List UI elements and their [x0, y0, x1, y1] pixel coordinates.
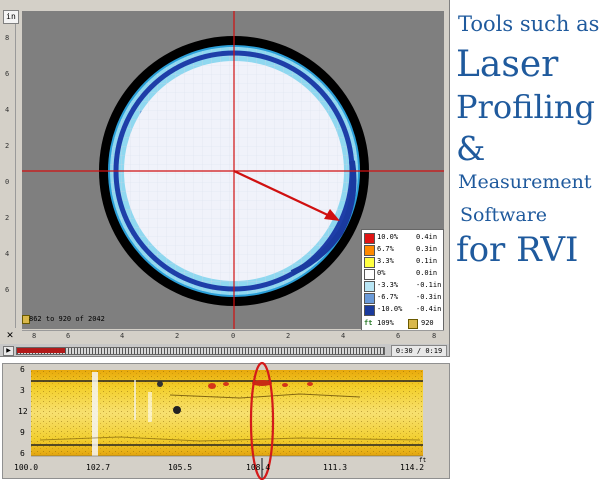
strip-x-tick: 105.5 — [168, 463, 193, 472]
strip-y-tick: 12 — [18, 407, 28, 416]
strip-x-tick: 114.2 — [400, 463, 425, 472]
strip-x-tick: 111.3 — [323, 463, 348, 472]
caption-line: Tools such as — [458, 12, 600, 36]
strip-y-tick: 6 — [20, 365, 25, 374]
caption-line: for RVI — [456, 230, 579, 270]
strip-x-tick: 102.7 — [86, 463, 111, 472]
defect-pit — [173, 406, 181, 414]
strip-y-tick: 9 — [20, 428, 25, 437]
strip-y-tick: 3 — [20, 386, 25, 395]
caption-line: Software — [460, 204, 548, 226]
strip-x-tick: 100.0 — [14, 463, 39, 472]
caption-line: Profiling — [456, 88, 595, 126]
unrolled-pipe-strip — [31, 361, 423, 480]
strip-x-unit: ft — [419, 457, 427, 464]
strip-x-tick: 108.4 — [246, 463, 271, 472]
caption-line: & — [456, 129, 486, 168]
joint-marker — [92, 372, 98, 456]
caption-line: Laser — [456, 44, 559, 85]
caption-line: Measurement — [458, 171, 592, 193]
corrosion-spot — [208, 383, 216, 389]
strip-y-tick: 6 — [20, 449, 25, 458]
